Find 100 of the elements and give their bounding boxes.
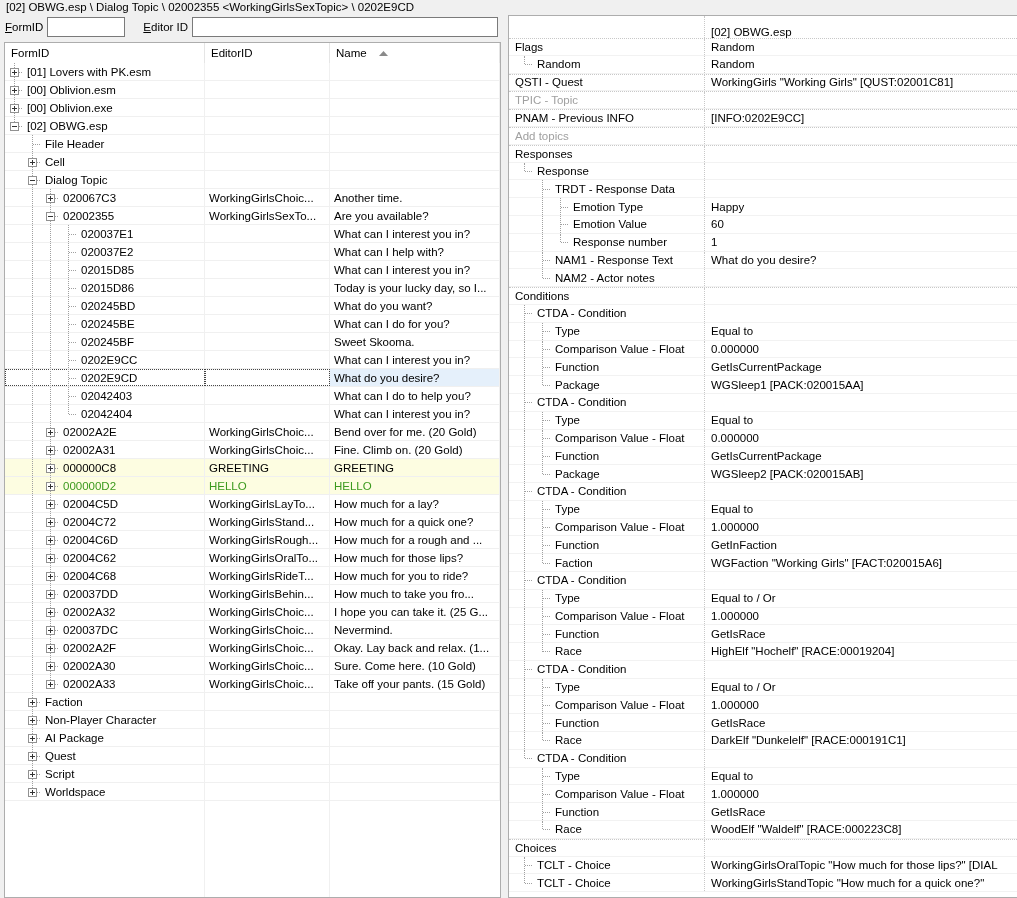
- expand-toggle[interactable]: [46, 517, 55, 527]
- record-name: What can I interest you in?: [334, 353, 471, 366]
- tree-row[interactable]: 02015D86 Today is your lucky day, so I...: [5, 279, 500, 297]
- collapse-toggle[interactable]: [28, 175, 37, 185]
- editor-id-label: Editor ID: [143, 21, 189, 33]
- form-id: 02004C68: [63, 569, 117, 582]
- expand-toggle[interactable]: [10, 103, 19, 113]
- form-id: 02042404: [81, 407, 133, 420]
- expand-toggle[interactable]: [46, 643, 55, 653]
- tree-row[interactable]: Non-Player Character: [5, 711, 500, 729]
- form-id: 02002A31: [63, 443, 116, 456]
- expand-toggle[interactable]: [28, 697, 37, 707]
- column-header[interactable]: Name: [330, 43, 500, 63]
- tree-row[interactable]: [02] OBWG.esp: [5, 117, 500, 135]
- tree-row[interactable]: 02004C5D WorkingGirlsLayTo... How much for a lay?: [5, 495, 500, 513]
- tree-row[interactable]: 02042404 What can I interest you in?: [5, 405, 500, 423]
- expand-toggle[interactable]: [10, 85, 19, 95]
- expand-toggle[interactable]: [28, 715, 37, 725]
- tree-row[interactable]: 020037DD WorkingGirlsBehin... How much to take you fro...: [5, 585, 500, 603]
- field-label: NAM1 - Response Text: [555, 253, 674, 266]
- tree-row[interactable]: 000000D2 HELLO HELLO: [5, 477, 500, 495]
- tree-row[interactable]: 000000C8 GREETING GREETING: [5, 459, 500, 477]
- expand-toggle[interactable]: [46, 679, 55, 689]
- tree-row[interactable]: 02002A2F WorkingGirlsChoic... Okay. Lay back and relax. (1...: [5, 639, 500, 657]
- tree-row[interactable]: 02015D85 What can I interest you in?: [5, 261, 500, 279]
- expand-toggle[interactable]: [46, 625, 55, 635]
- tree-row[interactable]: 02042403 What can I do to help you?: [5, 387, 500, 405]
- tree-row[interactable]: 02004C62 WorkingGirlsOralTo... How much for those lips?: [5, 549, 500, 567]
- tree-row[interactable]: 020067C3 WorkingGirlsChoic... Another time.: [5, 189, 500, 207]
- tree-row[interactable]: 02002A32 WorkingGirlsChoic... I hope you can take it. (25 G...: [5, 603, 500, 621]
- collapse-toggle[interactable]: [46, 211, 55, 221]
- tree-row[interactable]: 02002A30 WorkingGirlsChoic... Sure. Come here. (10 Gold): [5, 657, 500, 675]
- tree-row[interactable]: 0202E9CD What do you desire?: [5, 369, 500, 387]
- column-header[interactable]: FormID: [5, 43, 205, 63]
- field-label: Type: [555, 414, 580, 427]
- tree-row[interactable]: [01] Lovers with PK.esm: [5, 63, 500, 81]
- tree-row[interactable]: Faction: [5, 693, 500, 711]
- record-name: I hope you can take it. (25 G...: [334, 605, 489, 618]
- expand-toggle[interactable]: [46, 445, 55, 455]
- expand-toggle[interactable]: [46, 193, 55, 203]
- tree-row[interactable]: Dialog Topic: [5, 171, 500, 189]
- tree-row[interactable]: 02002355 WorkingGirlsSexTo... Are you available?: [5, 207, 500, 225]
- tree-row[interactable]: [00] Oblivion.exe: [5, 99, 500, 117]
- expand-toggle[interactable]: [46, 661, 55, 671]
- column-header[interactable]: EditorID: [205, 43, 330, 63]
- expand-toggle[interactable]: [28, 787, 37, 797]
- field-value: Equal to: [711, 325, 754, 338]
- expand-toggle[interactable]: [46, 535, 55, 545]
- tree-row[interactable]: AI Package: [5, 729, 500, 747]
- field-value: Happy: [711, 200, 745, 213]
- collapse-toggle[interactable]: [10, 121, 19, 131]
- tree-row[interactable]: Quest: [5, 747, 500, 765]
- expand-toggle[interactable]: [46, 571, 55, 581]
- tree-row[interactable]: [00] Oblivion.esm: [5, 81, 500, 99]
- form-id: [02] OBWG.esp: [27, 119, 108, 132]
- tree-row[interactable]: Script: [5, 765, 500, 783]
- expand-toggle[interactable]: [10, 67, 19, 77]
- field-value: GetIsCurrentPackage: [711, 360, 822, 373]
- tree-row[interactable]: File Header: [5, 135, 500, 153]
- expand-toggle[interactable]: [46, 427, 55, 437]
- expand-toggle[interactable]: [46, 499, 55, 509]
- record-name: What can I do to help you?: [334, 389, 471, 402]
- expand-toggle[interactable]: [46, 463, 55, 473]
- expand-toggle[interactable]: [46, 607, 55, 617]
- expand-toggle[interactable]: [46, 589, 55, 599]
- expand-toggle[interactable]: [28, 769, 37, 779]
- form-id-input[interactable]: [47, 17, 126, 37]
- tree-row[interactable]: 020037E1 What can I interest you in?: [5, 225, 500, 243]
- editor-id-input[interactable]: [192, 17, 498, 37]
- expand-toggle[interactable]: [28, 733, 37, 743]
- form-id: [00] Oblivion.exe: [27, 101, 113, 114]
- field-value: WGSleep1 [PACK:020015AA]: [711, 378, 864, 391]
- tree-row[interactable]: Cell: [5, 153, 500, 171]
- tree-row[interactable]: 02002A2E WorkingGirlsChoic... Bend over for me. (20 Gold): [5, 423, 500, 441]
- tree-row[interactable]: 02002A33 WorkingGirlsChoic... Take off your pants. (15 Gold): [5, 675, 500, 693]
- tree-row[interactable]: Worldspace: [5, 783, 500, 801]
- field-label: Comparison Value - Float: [555, 698, 685, 711]
- field-label: Comparison Value - Float: [555, 342, 685, 355]
- tree-row[interactable]: 0202E9CC What can I interest you in?: [5, 351, 500, 369]
- field-value: GetInFaction: [711, 538, 777, 551]
- field-value: GetIsRace: [711, 716, 766, 729]
- field-value: Random: [711, 40, 755, 53]
- expand-toggle[interactable]: [46, 481, 55, 491]
- expand-toggle[interactable]: [46, 553, 55, 563]
- field-label: Function: [555, 805, 600, 818]
- tree-row[interactable]: 020245BE What can I do for you?: [5, 315, 500, 333]
- form-id: 020245BF: [81, 335, 135, 348]
- form-id: 0202E9CD: [81, 371, 138, 384]
- tree-row[interactable]: 020245BD What do you want?: [5, 297, 500, 315]
- tree-row[interactable]: 020245BF Sweet Skooma.: [5, 333, 500, 351]
- expand-toggle[interactable]: [28, 157, 37, 167]
- tree-row[interactable]: 020037DC WorkingGirlsChoic... Nevermind.: [5, 621, 500, 639]
- field-label: Emotion Type: [573, 200, 644, 213]
- tree-row[interactable]: 020037E2 What can I help with?: [5, 243, 500, 261]
- tree-row[interactable]: 02004C72 WorkingGirlsStand... How much for a quick one?: [5, 513, 500, 531]
- form-id: 02004C5D: [63, 497, 118, 510]
- tree-row[interactable]: 02004C6D WorkingGirlsRough... How much for a rough and ...: [5, 531, 500, 549]
- expand-toggle[interactable]: [28, 751, 37, 761]
- field-value: GetIsCurrentPackage: [711, 449, 822, 462]
- tree-row[interactable]: 02004C68 WorkingGirlsRideT... How much for you to ride?: [5, 567, 500, 585]
